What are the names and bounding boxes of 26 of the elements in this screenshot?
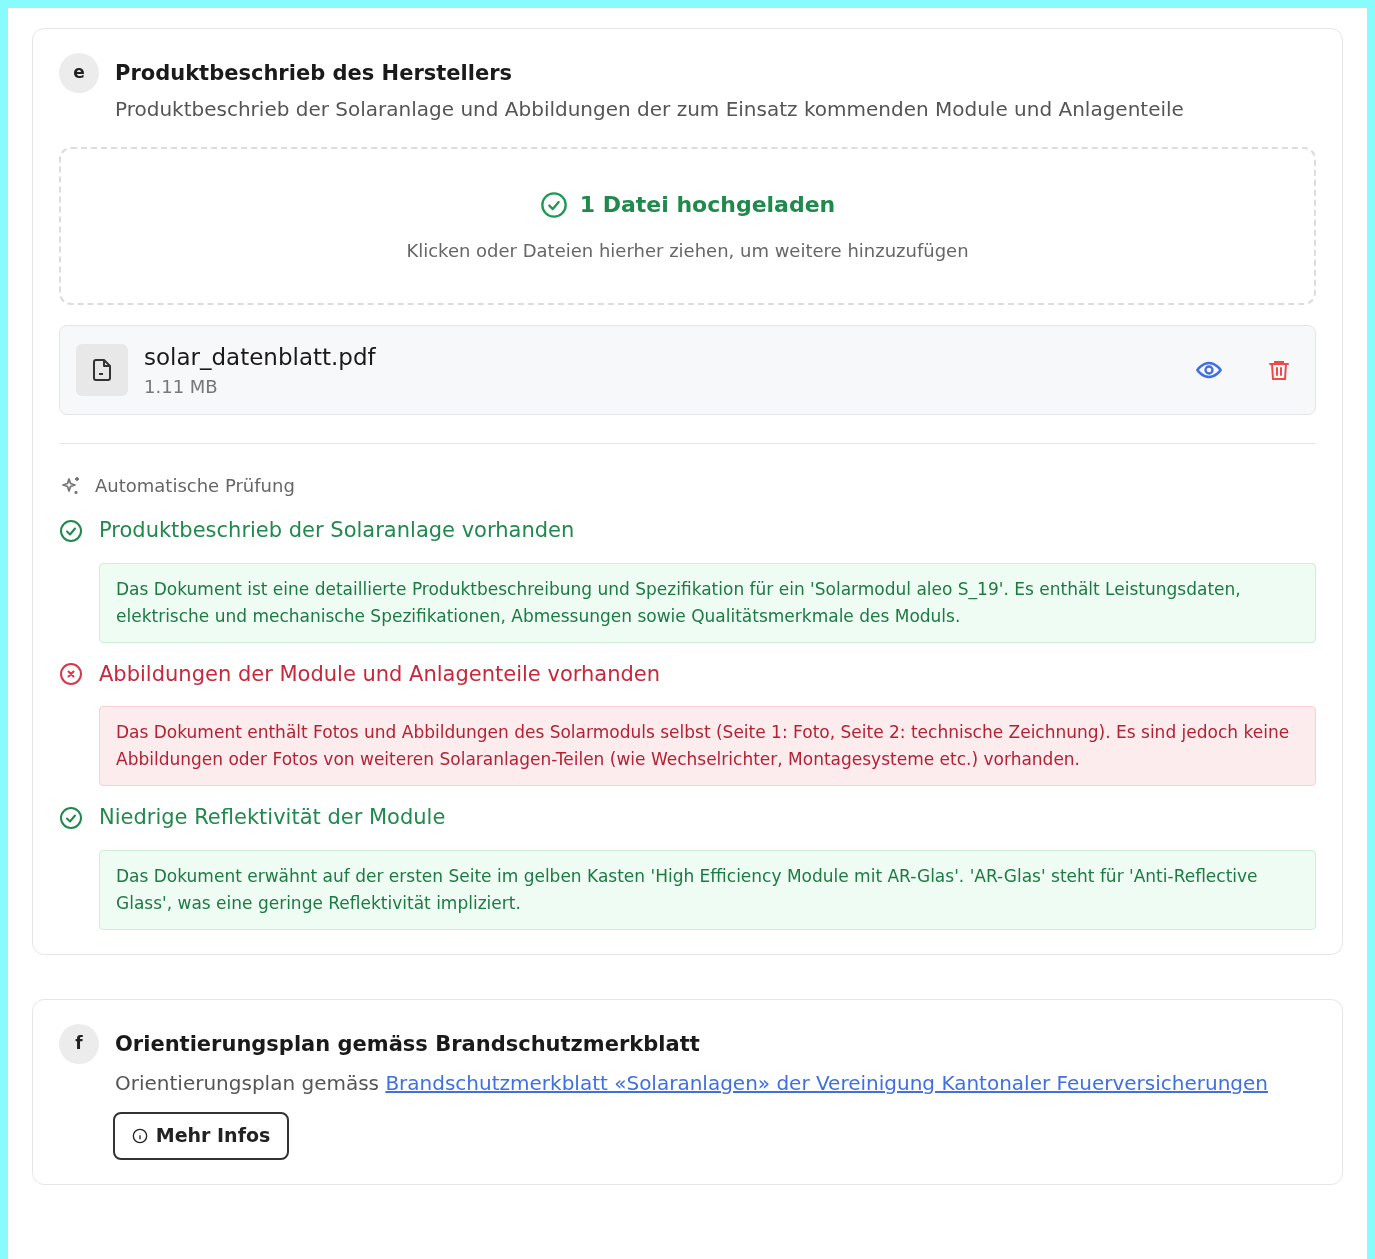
section-description: Produktbeschrieb der Solaranlage und Abbildungen der zum Einsatz kommenden Module und Anlagenteile [115,96,1184,123]
check-circle-icon [59,805,83,830]
section-description: Orientierungsplan gemäss Brandschutzmerkblatt «Solaranlagen» der Vereinigung Kantonaler Feuerversicherungen [115,1069,1269,1097]
check-title: Niedrige Reflektivität der Module [99,804,446,831]
section-title: Orientierungsplan gemäss Brandschutzmerkblatt [115,1030,701,1058]
x-circle-icon [59,662,83,687]
review-heading: Automatische Prüfung [95,474,295,498]
section-title: Produktbeschrieb des Herstellers [115,60,513,87]
file-name: solar_datenblatt.pdf [144,342,376,372]
check-title: Abbildungen der Module und Anlagenteile vorhanden [99,660,661,688]
section-letter-badge: f [59,1023,99,1064]
upload-hint: Klicken oder Dateien hierher ziehen, um weitere hinzuzufügen [406,239,969,263]
check-circle-icon [59,518,83,543]
check-detail: Das Dokument erwähnt auf der ersten Seite im gelben Kasten 'High Efficiency Module mit AR-Glas'. 'AR-Glas' steht für 'Anti-Reflective Glass', was eine geringe Reflektivität impliziert. [99,849,1316,930]
more-info-button[interactable]: Mehr Infos [113,1111,289,1160]
upload-dropzone[interactable]: 1 Datei hochgeladen Klicken oder Dateien hierher ziehen, um weitere hinzuzufügen [59,147,1316,305]
file-icon [76,344,128,396]
fire-safety-link[interactable]: Brandschutzmerkblatt «Solaranlagen» der Vereinigung Kantonaler Feuerversicherungen [385,1070,1269,1095]
section-letter-badge: e [59,53,99,93]
check-circle-icon [539,190,568,219]
check-detail: Das Dokument ist eine detaillierte Produktbeschreibung und Spezifikation für ein 'Solarmodul aleo S_19'. Es enthält Leistungsdaten, elektrische und mechanische Spezifikationen, Abmessungen sowie Qualitätsmerkmale des Moduls. [99,562,1316,643]
info-icon [131,1127,148,1144]
upload-status: 1 Datei hochgeladen [579,191,836,219]
check-title: Produktbeschrieb der Solaranlage vorhanden [99,517,575,544]
check-detail: Das Dokument enthält Fotos und Abbildungen des Solarmoduls selbst (Seite 1: Foto, Seite 2: technische Zeichnung). Es sind jedoch keine Abbildungen oder Fotos von weiteren Solaranlagen-Teilen (wie Wechselrichter, Montagesysteme etc.) vorhanden. [99,706,1316,786]
file-size: 1.11 MB [144,374,219,399]
